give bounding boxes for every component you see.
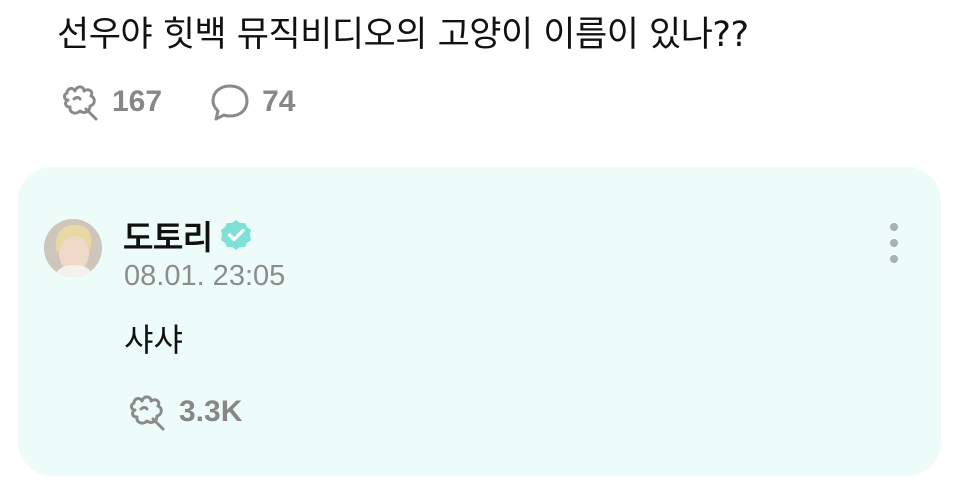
comment-actions: 3.3K (125, 390, 242, 434)
comment-like-count: 3.3K (179, 395, 243, 428)
comment-card: 도토리 08.01. 23:05 샤샤 3.3K (18, 167, 941, 476)
post-like-button[interactable]: 167 (58, 80, 162, 124)
speech-bubble-icon (208, 80, 252, 124)
comment-timestamp: 08.01. 23:05 (124, 260, 286, 292)
paw-like-icon (58, 80, 102, 124)
post-text: 선우야 힛백 뮤직비디오의 고양이 이름이 있나?? (57, 15, 749, 55)
avatar[interactable] (44, 219, 102, 277)
post-actions: 167 74 (58, 80, 295, 124)
more-vertical-icon (890, 223, 898, 231)
verified-badge-icon (219, 218, 253, 252)
post-comment-button[interactable]: 74 (208, 80, 295, 124)
page: 선우야 힛백 뮤직비디오의 고양이 이름이 있나?? 167 74 도토리 08… (0, 0, 967, 493)
comment-like-button[interactable]: 3.3K (125, 390, 242, 434)
post-like-count: 167 (112, 85, 163, 118)
comment-text: 샤샤 (124, 321, 183, 359)
post-comment-count: 74 (262, 85, 296, 118)
more-options-button[interactable] (876, 219, 912, 267)
author-name[interactable]: 도토리 (123, 211, 213, 259)
author-row: 도토리 (123, 215, 253, 257)
paw-like-icon (125, 390, 169, 434)
